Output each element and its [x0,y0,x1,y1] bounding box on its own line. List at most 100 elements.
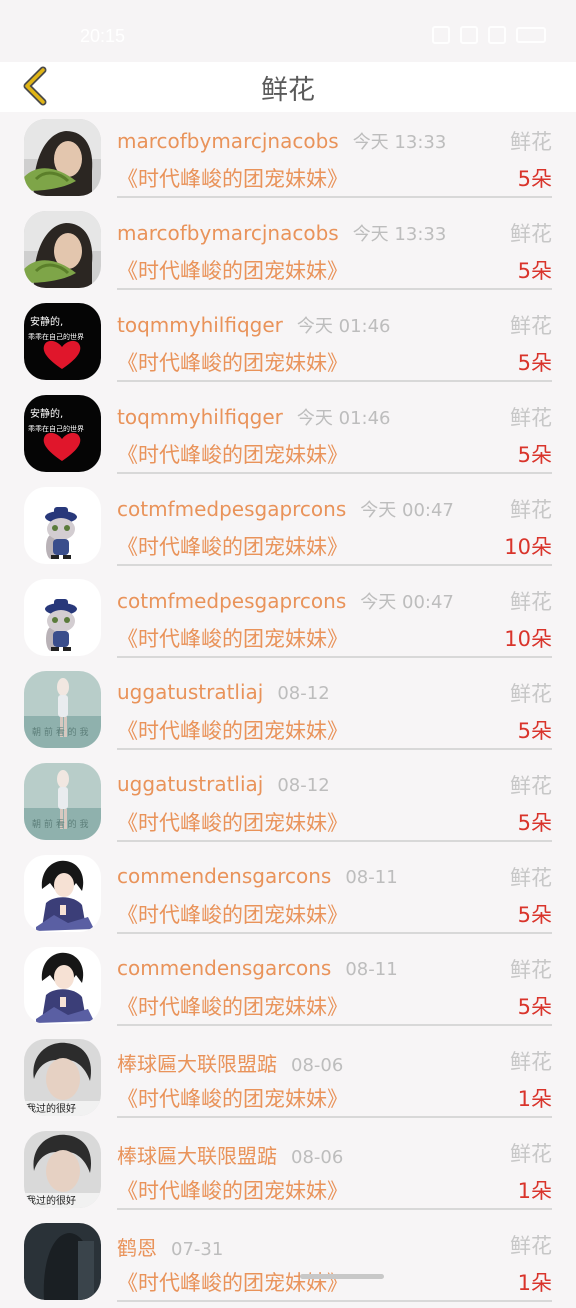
row-divider [117,1208,552,1210]
list-item[interactable]: 我过的很好 棒球匾大联限盟踮 08-06 鲜花 《时代峰峻的团宠妹妹》 1朵 [0,1124,576,1216]
flower-count: 1朵 [517,1179,552,1203]
sender-name[interactable]: toqmmyhilfiqger [117,405,283,429]
book-title-link[interactable]: 《时代峰峻的团宠妹妹》 [117,347,348,377]
flower-record-list: marcofbymarcjnacobs 今天 13:33 鲜花 《时代峰峻的团宠妹… [0,112,576,1308]
book-title-link[interactable]: 《时代峰峻的团宠妹妹》 [117,991,348,1021]
sender-name[interactable]: commendensgarcons [117,956,331,980]
list-item[interactable]: commendensgarcons 08-11 鲜花 《时代峰峻的团宠妹妹》 5朵 [0,848,576,940]
list-item[interactable]: commendensgarcons 08-11 鲜花 《时代峰峻的团宠妹妹》 5朵 [0,940,576,1032]
sender-name[interactable]: uggatustratliaj [117,680,263,704]
row-divider [117,932,552,934]
avatar[interactable] [24,487,101,564]
gift-type-label: 鲜花 [510,1234,552,1258]
sender-name[interactable]: 棒球匾大联限盟踮 [117,1144,277,1168]
timestamp: 08-06 [291,1055,344,1076]
sender-name[interactable]: toqmmyhilfiqger [117,313,283,337]
timestamp: 08-06 [291,1147,344,1168]
avatar-text-line1: 安静的, [30,315,63,328]
avatar-image: 我过的很好 [24,1039,101,1116]
gift-type-label: 鲜花 [510,866,552,890]
avatar[interactable] [24,579,101,656]
sender-name[interactable]: marcofbymarcjnacobs [117,221,339,245]
list-item[interactable]: 安静的, 乖乖在自己的世界 toqmmyhilfiqger 今天 01:46 鲜花… [0,388,576,480]
book-title-link[interactable]: 《时代峰峻的团宠妹妹》 [117,807,348,837]
book-title-link[interactable]: 《时代峰峻的团宠妹妹》 [117,255,348,285]
sender-name[interactable]: commendensgarcons [117,864,331,888]
flower-count: 5朵 [517,167,552,191]
sender-line: cotmfmedpesgaprcons 今天 00:47 [117,588,454,614]
timestamp: 今天 13:33 [352,224,447,245]
list-item[interactable]: marcofbymarcjnacobs 今天 13:33 鲜花 《时代峰峻的团宠妹… [0,204,576,296]
avatar-image [24,855,101,932]
avatar[interactable] [24,947,101,1024]
avatar[interactable] [24,211,101,288]
avatar-image [24,119,101,196]
avatar-image [24,671,101,748]
flower-count: 10朵 [504,627,552,651]
avatar[interactable] [24,1223,101,1300]
sender-line: uggatustratliaj 08-12 [117,680,330,704]
timestamp: 08-12 [277,775,330,796]
sender-name[interactable]: cotmfmedpesgaprcons [117,497,346,521]
sender-name[interactable]: 棒球匾大联限盟踮 [117,1052,277,1076]
list-item[interactable]: uggatustratliaj 08-12 鲜花 《时代峰峻的团宠妹妹》 5朵 [0,664,576,756]
row-divider [117,840,552,842]
book-title-link[interactable]: 《时代峰峻的团宠妹妹》 [117,1083,348,1113]
sender-line: marcofbymarcjnacobs 今天 13:33 [117,220,446,246]
sender-line: 棒球匾大联限盟踮 08-06 [117,1140,343,1169]
avatar[interactable] [24,119,101,196]
avatar[interactable] [24,855,101,932]
timestamp: 08-12 [277,683,330,704]
book-title-link[interactable]: 《时代峰峻的团宠妹妹》 [117,899,348,929]
list-item[interactable]: 鹤恩 07-31 鲜花 《时代峰峻的团宠妹妹》 1朵 [0,1216,576,1308]
page-title: 鲜花 [261,75,315,106]
avatar[interactable]: 我过的很好 [24,1039,101,1116]
avatar[interactable]: 安静的, 乖乖在自己的世界 [24,303,101,380]
book-title-link[interactable]: 《时代峰峻的团宠妹妹》 [117,163,348,193]
gift-type-label: 鲜花 [510,222,552,246]
book-title-link[interactable]: 《时代峰峻的团宠妹妹》 [117,439,348,469]
avatar[interactable] [24,763,101,840]
book-title-link[interactable]: 《时代峰峻的团宠妹妹》 [117,623,348,653]
battery-icon [516,27,546,43]
sender-name[interactable]: cotmfmedpesgaprcons [117,589,346,613]
sender-line: cotmfmedpesgaprcons 今天 00:47 [117,496,454,522]
avatar-image: 安静的, 乖乖在自己的世界 [24,303,101,380]
book-title-link[interactable]: 《时代峰峻的团宠妹妹》 [117,715,348,745]
avatar[interactable] [24,671,101,748]
alarm-icon [432,26,450,44]
gift-type-label: 鲜花 [510,1050,552,1074]
sender-line: commendensgarcons 08-11 [117,864,398,888]
status-icons [432,26,546,44]
gift-type-label: 鲜花 [510,1142,552,1166]
avatar-image [24,211,101,288]
sender-line: uggatustratliaj 08-12 [117,772,330,796]
book-title-link[interactable]: 《时代峰峻的团宠妹妹》 [117,1267,348,1297]
row-divider [117,472,552,474]
flower-count: 1朵 [517,1087,552,1111]
flower-count: 5朵 [517,811,552,835]
list-item[interactable]: marcofbymarcjnacobs 今天 13:33 鲜花 《时代峰峻的团宠妹… [0,112,576,204]
timestamp: 今天 01:46 [296,408,391,429]
book-title-link[interactable]: 《时代峰峻的团宠妹妹》 [117,1175,348,1205]
flower-count: 1朵 [517,1271,552,1295]
row-divider [117,1116,552,1118]
list-item[interactable]: cotmfmedpesgaprcons 今天 00:47 鲜花 《时代峰峻的团宠妹… [0,480,576,572]
list-item[interactable]: uggatustratliaj 08-12 鲜花 《时代峰峻的团宠妹妹》 5朵 [0,756,576,848]
list-item[interactable]: 安静的, 乖乖在自己的世界 toqmmyhilfiqger 今天 01:46 鲜花… [0,296,576,388]
avatar[interactable]: 安静的, 乖乖在自己的世界 [24,395,101,472]
sender-name[interactable]: uggatustratliaj [117,772,263,796]
avatar-text-line2: 乖乖在自己的世界 [28,332,84,341]
book-title-link[interactable]: 《时代峰峻的团宠妹妹》 [117,531,348,561]
timestamp: 08-11 [345,959,398,980]
flower-count: 5朵 [517,443,552,467]
avatar[interactable]: 我过的很好 [24,1131,101,1208]
avatar-image [24,579,101,656]
scrollbar[interactable] [300,1274,384,1279]
gift-type-label: 鲜花 [510,498,552,522]
sender-name[interactable]: marcofbymarcjnacobs [117,129,339,153]
sender-name[interactable]: 鹤恩 [117,1236,157,1260]
list-item[interactable]: 我过的很好 棒球匾大联限盟踮 08-06 鲜花 《时代峰峻的团宠妹妹》 1朵 [0,1032,576,1124]
list-item[interactable]: cotmfmedpesgaprcons 今天 00:47 鲜花 《时代峰峻的团宠妹… [0,572,576,664]
signal-icon [488,26,506,44]
